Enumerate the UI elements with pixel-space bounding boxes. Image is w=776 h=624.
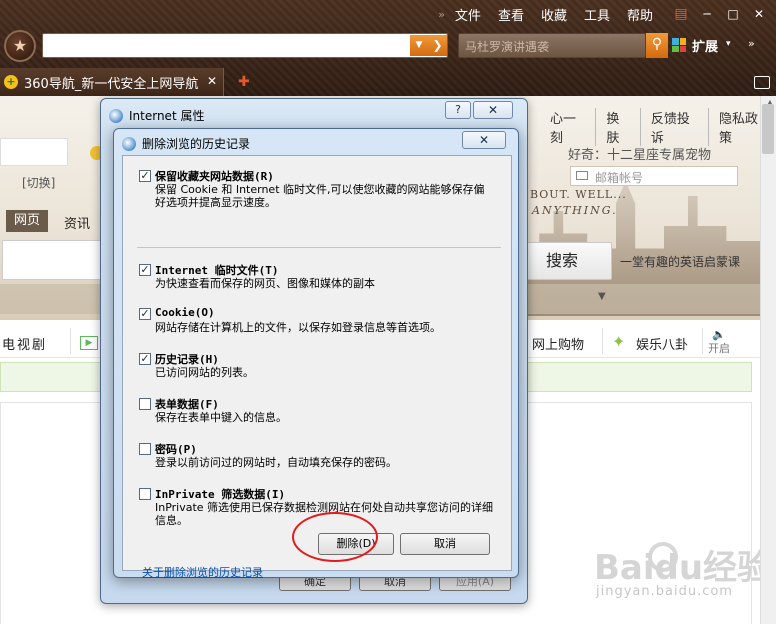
browser-chrome: » 文件 查看 收藏 工具 帮助 ▤ ─ □ ✕ ★ ▼ ❯ 马杜罗演讲遇袭 ⚲…: [0, 0, 776, 96]
checkbox-history[interactable]: ✓: [139, 353, 151, 365]
checkbox-cookies[interactable]: ✓: [139, 308, 151, 320]
tab-web[interactable]: 网页: [6, 210, 49, 232]
ie-window-title-text: Internet 属性: [129, 109, 205, 123]
option-title: InPrivate 筛选数据(I): [155, 488, 286, 501]
dialog-close-button[interactable]: ✕: [462, 131, 506, 149]
top-link-skin[interactable]: 换肤: [595, 108, 640, 146]
checkbox-inprivate[interactable]: [139, 488, 151, 500]
nav-entertainment[interactable]: 娱乐八卦: [636, 334, 688, 353]
internet-options-icon: [122, 136, 136, 151]
page-search-input[interactable]: [2, 240, 108, 280]
tab-favicon-icon: +: [4, 75, 18, 89]
option-title: 保留收藏夹网站数据(R): [155, 170, 274, 183]
nav-star-icon: ✦: [612, 332, 626, 351]
browser-logo-icon[interactable]: ★: [4, 30, 36, 62]
internet-options-icon: [109, 108, 123, 123]
top-link-feedback[interactable]: 反馈投诉: [639, 108, 708, 146]
menu-bar: » 文件 查看 收藏 工具 帮助 ▤ ─ □ ✕: [438, 0, 776, 28]
checkbox-temp-files[interactable]: ✓: [139, 264, 151, 276]
menu-overflow-icon[interactable]: »: [438, 8, 445, 21]
option-desc: 保留 Cookie 和 Internet 临时文件,可以使您收藏的网站能够保存偏…: [155, 183, 485, 209]
highlight-circle: [292, 512, 378, 562]
option-desc: 已访问网站的列表。: [155, 366, 254, 379]
close-window-button[interactable]: ✕: [752, 7, 766, 21]
mail-icon: [576, 171, 588, 180]
toolbar-overflow-icon[interactable]: »: [748, 37, 755, 50]
nav-divider: [702, 328, 703, 354]
option-desc: 保存在表单中键入的信息。: [155, 411, 287, 424]
minimize-button[interactable]: ─: [700, 7, 714, 21]
dialog-title-text: 删除浏览的历史记录: [142, 137, 251, 151]
skin-shirt-icon[interactable]: ▤: [674, 7, 688, 21]
menu-view[interactable]: 查看: [498, 5, 524, 24]
option-title: 历史记录(H): [155, 353, 219, 366]
search-input[interactable]: 马杜罗演讲遇袭: [458, 33, 646, 58]
option-title: 表单数据(F): [155, 398, 219, 411]
tab-list-icon[interactable]: [754, 76, 770, 89]
extensions-grid-icon[interactable]: [672, 38, 686, 52]
ie-close-button[interactable]: ✕: [473, 101, 513, 119]
option-title: Cookie(O): [155, 306, 215, 319]
tab-title: 360导航_新一代安全上网导航: [24, 76, 199, 92]
quote-line-1: BOUT. WELL...: [530, 188, 627, 201]
dialog-title: 删除浏览的历史记录: [122, 135, 250, 152]
page-scrollbar[interactable]: [760, 96, 776, 624]
option-title: 密码(P): [155, 443, 197, 456]
nav-divider: [70, 328, 71, 354]
tab-360-nav[interactable]: + 360导航_新一代安全上网导航 ✕: [0, 68, 224, 96]
speaker-icon: 🔈: [712, 328, 726, 341]
maximize-button[interactable]: □: [726, 7, 740, 21]
address-bar[interactable]: [42, 33, 448, 58]
menu-tools[interactable]: 工具: [584, 5, 610, 24]
help-button[interactable]: ?: [445, 101, 471, 119]
city-box: [0, 138, 68, 166]
menu-file[interactable]: 文件: [455, 5, 481, 24]
search-icon[interactable]: ⚲: [646, 33, 668, 58]
dialog-body: ✓ 保留收藏夹网站数据(R) 保留 Cookie 和 Internet 临时文件…: [122, 155, 512, 579]
top-links: 心一刻 换肤 反馈投诉 隐私政策: [540, 108, 776, 146]
option-desc: 为快速查看而保存的网页、图像和媒体的副本: [155, 277, 375, 290]
ad-text[interactable]: 一堂有趣的英语启蒙课: [620, 253, 740, 270]
watermark-url: jingyan.baidu.com: [596, 584, 733, 599]
top-link-mood[interactable]: 心一刻: [540, 108, 595, 146]
sound-toggle[interactable]: 🔈 开启: [708, 328, 730, 356]
checkbox-form-data[interactable]: [139, 398, 151, 410]
greeting-text[interactable]: 好奇：十二星座专属宠物: [568, 144, 711, 163]
strip-caret-icon[interactable]: ▼: [598, 291, 606, 302]
option-desc: 登录以前访问过的网站时，自动填充保存的密码。: [155, 456, 397, 469]
ie-window-title: Internet 属性: [109, 107, 204, 124]
tab-close-icon[interactable]: ✕: [207, 74, 217, 88]
nav-tv[interactable]: 电视剧: [2, 334, 47, 353]
video-play-icon[interactable]: ▶: [80, 336, 98, 350]
address-go-icon[interactable]: ❯: [428, 35, 447, 56]
extensions-dropdown-icon[interactable]: ▾: [726, 39, 731, 49]
switch-city-link[interactable]: [切换]: [22, 174, 55, 191]
delete-history-dialog: 删除浏览的历史记录 ✕ ✓ 保留收藏夹网站数据(R) 保留 Cookie 和 I…: [113, 128, 519, 579]
option-desc: 网站存储在计算机上的文件，以保存如登录信息等首选项。: [155, 321, 441, 334]
dialog-cancel-button[interactable]: 取消: [400, 533, 490, 555]
option-title: Internet 临时文件(T): [155, 264, 279, 277]
new-tab-icon[interactable]: ✚: [238, 74, 250, 90]
about-delete-history-link[interactable]: 关于删除浏览的历史记录: [142, 564, 263, 580]
nav-divider: [602, 328, 603, 354]
mailbox-input[interactable]: 邮箱帐号: [570, 166, 738, 186]
scrollbar-thumb[interactable]: [762, 104, 774, 154]
checkbox-preserve-favorites[interactable]: ✓: [139, 170, 151, 182]
menu-favorites[interactable]: 收藏: [541, 5, 567, 24]
nav-shopping[interactable]: 网上购物: [532, 334, 584, 353]
extensions-label[interactable]: 扩展: [692, 36, 718, 55]
address-dropdown-icon[interactable]: ▼: [410, 35, 428, 56]
checkbox-passwords[interactable]: [139, 443, 151, 455]
quote-line-2: ANYTHING.: [532, 204, 618, 217]
sound-toggle-label: 开启: [708, 342, 730, 355]
divider: [137, 247, 501, 248]
menu-help[interactable]: 帮助: [627, 5, 653, 24]
watermark: Baidu经验: [594, 548, 772, 588]
tab-news[interactable]: 资讯: [64, 213, 90, 232]
window-controls: ▤ ─ □ ✕: [674, 7, 766, 21]
